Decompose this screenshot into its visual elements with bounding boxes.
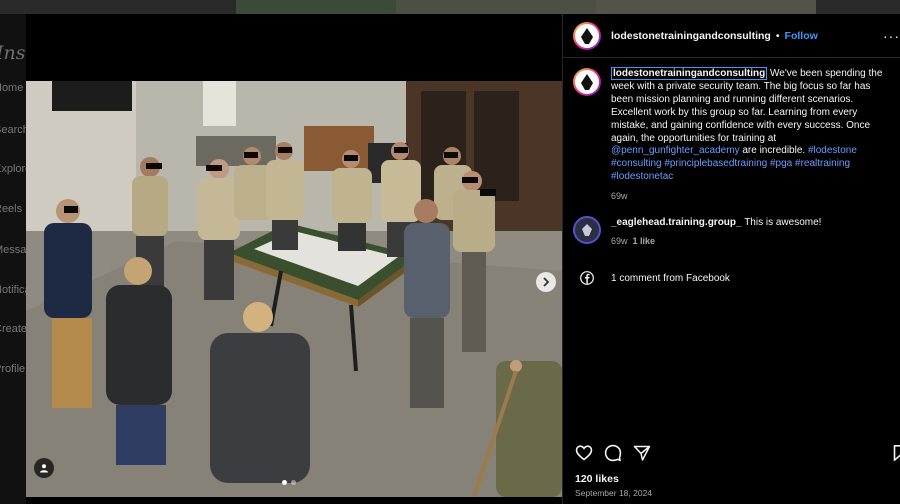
carousel-dot [282,480,287,485]
more-options-button[interactable]: ··· [883,28,900,44]
background-nav-explore: Explore [0,163,26,175]
post-header: lodestonetrainingandconsulting • Follow … [563,14,900,58]
post-date: September 18, 2024 [575,488,653,498]
arrowhead-logo-icon [581,74,593,90]
post-photo [26,81,562,497]
post-dialog: lodestonetrainingandconsulting • Follow … [26,14,900,504]
commenter-avatar[interactable] [573,216,601,244]
user-icon [40,464,48,473]
instagram-post-modal-screen: Instagram Home Search Explore Reels Mess… [0,0,900,504]
chevron-right-icon [543,277,550,287]
comment-age: 69w [611,236,628,246]
caption-username[interactable]: lodestonetrainingandconsulting [611,67,768,80]
follow-button[interactable]: Follow [785,30,818,42]
comment-text-block: _eaglehead.training.group_ This is aweso… [611,216,821,248]
post-media [26,14,562,504]
background-feed-strip [0,0,900,14]
arrowhead-logo-icon [581,27,593,44]
background-nav-messages: Messages [0,244,26,256]
facebook-icon [573,264,601,292]
background-nav-notifications: Notifications [0,284,26,296]
comment-item: _eaglehead.training.group_ This is aweso… [573,216,895,248]
caption-mention[interactable]: @penn_gunfighter_academy [611,145,740,156]
background-sidebar: Instagram Home Search Explore Reels Mess… [0,14,26,504]
caption-text-block: lodestonetrainingandconsulting We've bee… [611,67,885,203]
eagle-logo-icon [582,224,592,236]
background-nav-search: Search [0,124,26,136]
comment-text: This is awesome! [741,217,822,228]
facebook-comments-label: 1 comment from Facebook [611,272,730,284]
background-nav-profile: Profile [0,363,26,375]
background-nav-reels: Reels [0,203,23,215]
bookmark-icon[interactable] [891,444,900,462]
background-nav-create: Create [0,323,26,335]
share-icon[interactable] [633,444,651,462]
carousel-dot [291,480,296,485]
author-avatar[interactable] [573,21,601,50]
comment-icon[interactable] [604,444,622,462]
post-caption: lodestonetrainingandconsulting We've bee… [573,67,895,203]
header-separator: • [775,29,780,42]
caption-age: 69w [611,191,628,202]
carousel-indicator [282,480,296,485]
author-username[interactable]: lodestonetrainingandconsulting [611,30,771,42]
background-logo: Instagram [0,42,26,64]
post-actions-bar [573,444,900,464]
heart-icon[interactable] [575,444,593,462]
comment-likes[interactable]: 1 like [633,236,656,246]
likes-count[interactable]: 120 likes [575,473,619,485]
next-photo-button[interactable] [536,272,556,292]
tagged-users-button[interactable] [34,458,54,478]
facebook-comments-row[interactable]: 1 comment from Facebook [573,264,730,292]
caption-text-continued: are incredible. [739,145,808,157]
background-nav-home: Home [0,82,24,94]
post-details-panel: lodestonetrainingandconsulting • Follow … [562,14,900,504]
caption-author-avatar[interactable] [573,68,601,96]
commenter-username[interactable]: _eaglehead.training.group_ [611,217,742,228]
